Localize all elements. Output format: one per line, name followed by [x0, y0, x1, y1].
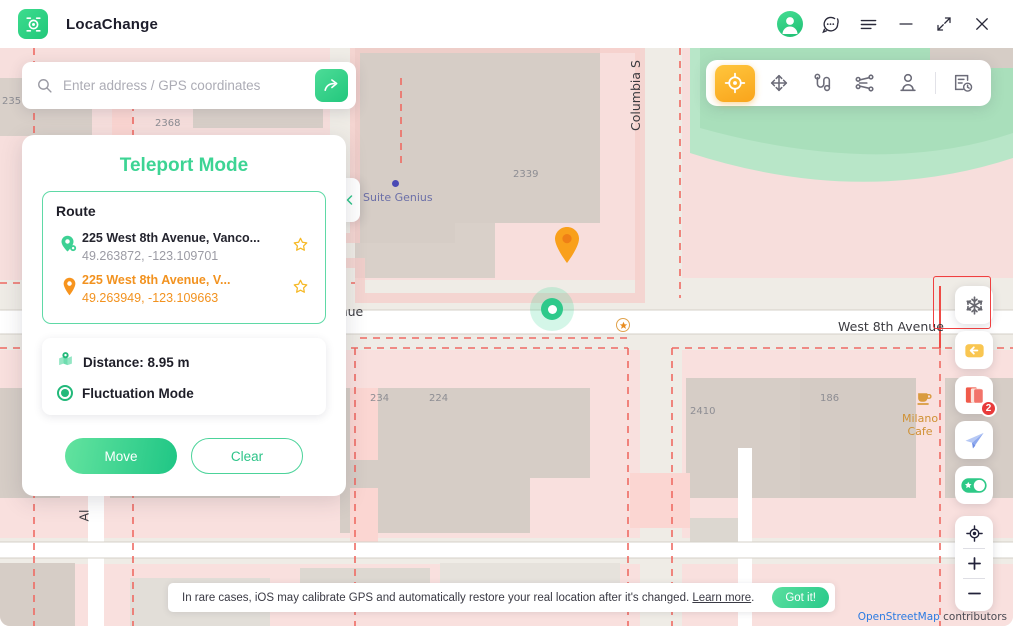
locate-crosshair-icon [965, 525, 983, 542]
panel-title: Teleport Mode [119, 155, 249, 176]
search-submit-button[interactable] [315, 69, 348, 102]
map-mode-toolbar [706, 60, 991, 106]
route-item-destination[interactable]: 225 West 8th Avenue, V... 49.263949, -12… [56, 267, 312, 309]
route-item-start[interactable]: 225 West 8th Avenue, Vanco... 49.263872,… [56, 225, 312, 267]
minus-icon [967, 592, 981, 595]
toolbar-divider [935, 72, 936, 94]
star-outline-icon-destination[interactable] [292, 273, 312, 300]
locachange-logo-icon [18, 9, 48, 39]
favorites-collection-button[interactable]: 2 [955, 376, 997, 417]
paper-plane-import-icon [964, 432, 984, 448]
toggle-switch-on-icon [961, 477, 987, 493]
notice-text-wrap: In rare cases, iOS may calibrate GPS and… [182, 592, 772, 604]
learn-more-link[interactable]: Learn more [692, 592, 751, 604]
distance-label: Distance: 8.95 m [83, 354, 190, 370]
destination-pin-icon [56, 273, 82, 296]
fluctuation-radio[interactable] [57, 385, 73, 401]
route-box: Route 225 West 8th Avenue, Vanco... 49.2… [42, 191, 326, 324]
clear-button[interactable]: Clear [191, 438, 303, 474]
locate-crosshair-button[interactable] [955, 519, 993, 548]
route-start-coords: 49.263872, -123.109701 [82, 249, 219, 263]
star-outline-icon-start[interactable] [292, 231, 312, 258]
undo-back-icon [964, 343, 984, 357]
openstreetmap-link[interactable]: OpenStreetMap [858, 611, 940, 623]
search-input[interactable] [63, 78, 315, 93]
distance-map-icon [57, 351, 74, 373]
multi-spot-route-icon[interactable] [803, 66, 841, 101]
toggle-switch-button[interactable] [955, 466, 993, 504]
hamburger-menu-icon[interactable] [857, 13, 879, 35]
got-it-button[interactable]: Got it! [772, 587, 829, 608]
chat-bubble-icon[interactable] [819, 13, 841, 35]
panel-action-buttons: Move Clear [42, 438, 326, 474]
two-spot-move-icon[interactable] [760, 66, 798, 101]
favorites-badge: 2 [980, 400, 997, 417]
account-avatar-icon[interactable] [777, 11, 803, 37]
zoom-in-button[interactable] [955, 549, 993, 578]
maximize-expand-icon[interactable] [933, 13, 955, 35]
paper-plane-import-button[interactable] [955, 421, 993, 459]
plus-icon [967, 557, 981, 570]
app-title: LocaChange [66, 15, 159, 33]
history-record-icon[interactable] [944, 66, 982, 101]
notice-suffix: . [751, 591, 755, 604]
cafe-icon [915, 389, 934, 411]
route-destination-address: 225 West 8th Avenue, V... [82, 273, 231, 287]
teleport-mode-panel: Teleport Mode Route 225 West 8th Avenue,… [22, 135, 346, 496]
window-controls [777, 11, 993, 37]
jump-teleport-nodes-icon[interactable] [846, 66, 884, 101]
close-x-icon[interactable] [971, 13, 993, 35]
snowflake-cooldown-icon [965, 295, 983, 315]
map-side-controls: 2 [933, 276, 997, 611]
app-window: 235 2368 2339 234 224 2410 186 Suite Gen… [0, 0, 1013, 626]
fluctuation-mode-row[interactable]: Fluctuation Mode [57, 385, 311, 401]
distance-row: Distance: 8.95 m [57, 351, 311, 373]
attribution-suffix: contributors [939, 611, 1007, 623]
destination-pin-marker[interactable] [553, 226, 581, 264]
fluctuation-label: Fluctuation Mode [82, 385, 194, 401]
joystick-person-icon[interactable] [889, 66, 927, 101]
route-start-address: 225 West 8th Avenue, Vanco... [82, 231, 261, 245]
teleport-target-icon[interactable] [715, 64, 755, 102]
undo-back-button[interactable] [955, 331, 993, 369]
search-icon [36, 77, 53, 94]
zoom-control-group [955, 516, 993, 611]
poi-star-marker [616, 318, 630, 332]
search-bar [22, 62, 356, 109]
move-button[interactable]: Move [65, 438, 177, 474]
notice-text: In rare cases, iOS may calibrate GPS and… [182, 591, 693, 604]
title-bar: LocaChange [0, 0, 1013, 48]
map-attribution: OpenStreetMap contributors [858, 611, 1007, 623]
current-location-marker[interactable] [530, 287, 574, 331]
gps-calibration-notice: In rare cases, iOS may calibrate GPS and… [168, 583, 835, 612]
route-heading: Route [56, 203, 96, 219]
start-point-icon [56, 231, 82, 253]
minimize-icon[interactable] [895, 13, 917, 35]
route-destination-coords: 49.263949, -123.109663 [82, 291, 219, 305]
snowflake-cooldown-button[interactable] [933, 276, 993, 329]
zoom-out-button[interactable] [955, 579, 993, 608]
route-info-box: Distance: 8.95 m Fluctuation Mode [42, 338, 326, 415]
poi-dot-marker [392, 180, 399, 187]
